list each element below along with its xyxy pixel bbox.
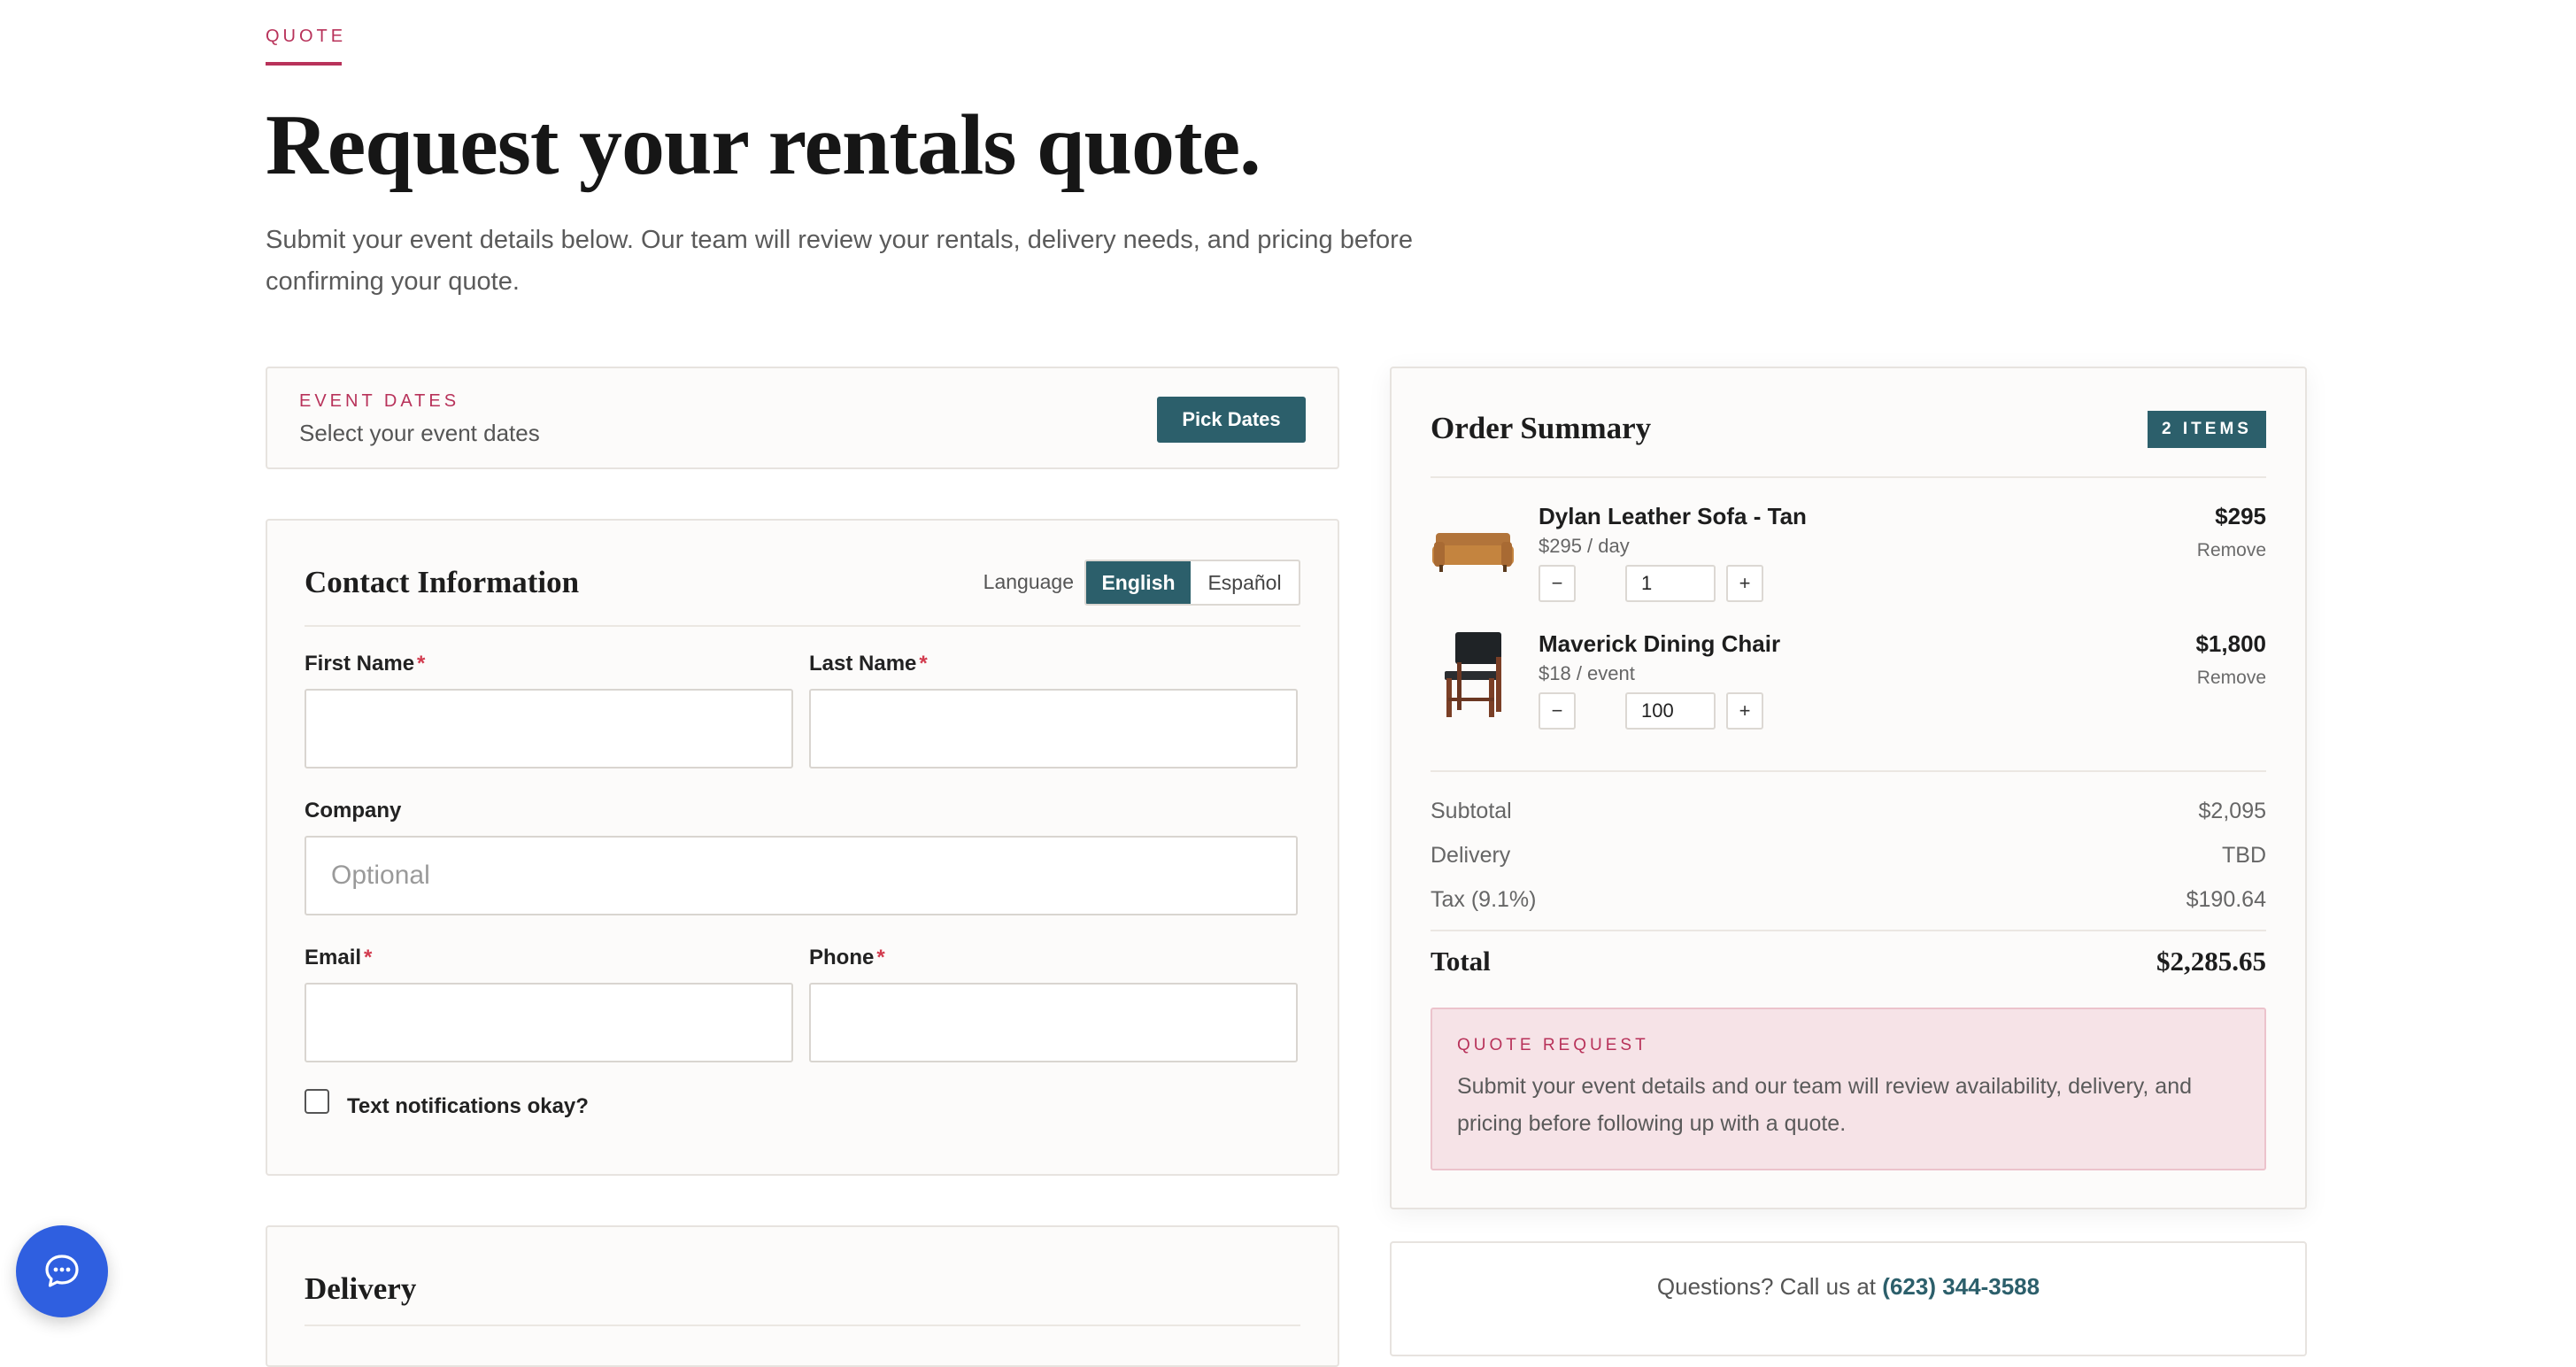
total-row: Total $2,285.65 [1431, 946, 2266, 977]
chat-launcher-button[interactable] [16, 1225, 108, 1317]
text-notifications-checkbox[interactable] [305, 1089, 329, 1114]
phone-input[interactable] [809, 983, 1298, 1062]
contact-section-title: Contact Information [305, 565, 580, 599]
order-summary-card: Order Summary 2 ITEMS Dylan Leather Sofa… [1390, 367, 2307, 1209]
tax-value: $190.64 [2186, 887, 2266, 912]
language-label: Language [983, 570, 1074, 593]
increase-quantity-button[interactable]: + [1726, 692, 1763, 730]
item-name: Dylan Leather Sofa - Tan [1539, 503, 1807, 529]
section-divider [1431, 770, 2266, 772]
pick-dates-button[interactable]: Pick Dates [1157, 397, 1306, 443]
tax-label: Tax (9.1%) [1431, 887, 1537, 912]
chair-thumbnail [1445, 632, 1501, 717]
remove-item-link[interactable]: Remove [2197, 540, 2266, 561]
section-divider [1431, 930, 2266, 931]
section-divider [305, 625, 1300, 627]
event-dates-subtitle: Select your event dates [299, 420, 540, 446]
section-divider [1431, 476, 2266, 478]
required-marker: * [364, 946, 373, 969]
quantity-input[interactable] [1625, 692, 1716, 730]
notice-text: Submit your event details and our team w… [1457, 1074, 2193, 1136]
total-value: $2,285.65 [2156, 946, 2266, 977]
event-dates-card: EVENT DATES Select your event dates Pick… [266, 367, 1339, 469]
text-notifications-label: Text notifications okay? [347, 1094, 589, 1118]
email-input[interactable] [305, 983, 793, 1062]
decrease-quantity-button[interactable]: − [1539, 565, 1576, 602]
chat-icon [45, 1255, 79, 1287]
questions-text: Questions? Call us at (623) 344-3588 [1392, 1273, 2305, 1301]
phone-label: Phone * [809, 946, 885, 970]
subtotal-label: Subtotal [1431, 799, 1512, 823]
item-rate: $18 / event [1539, 662, 1635, 684]
total-label: Total [1431, 946, 1491, 977]
cart-item: Maverick Dining Chair $18 / event − + $1… [1431, 630, 2266, 745]
first-name-input[interactable] [305, 689, 793, 768]
tax-row: Tax (9.1%) $190.64 [1431, 887, 2266, 913]
page-eyebrow: QUOTE [266, 27, 347, 46]
item-price: $295 [2215, 503, 2266, 529]
first-name-label: First Name * [305, 652, 425, 676]
last-name-input[interactable] [809, 689, 1298, 768]
required-marker: * [417, 652, 426, 676]
quote-request-notice: QUOTE REQUEST Submit your event details … [1431, 1008, 2266, 1170]
notice-label: QUOTE REQUEST [1457, 1036, 1649, 1054]
subtotal-row: Subtotal $2,095 [1431, 799, 2266, 824]
remove-item-link[interactable]: Remove [2197, 668, 2266, 689]
page-title: Request your rentals quote. [266, 97, 1261, 193]
language-toggle: English Español [1084, 560, 1300, 606]
decrease-quantity-button[interactable]: − [1539, 692, 1576, 730]
last-name-label: Last Name * [809, 652, 928, 676]
item-price: $1,800 [2195, 630, 2266, 657]
sofa-thumbnail [1432, 533, 1514, 572]
delivery-section-title: Delivery [305, 1271, 417, 1306]
subtotal-value: $2,095 [2198, 799, 2266, 823]
email-label-text: Email [305, 946, 362, 969]
item-rate: $295 / day [1539, 535, 1630, 557]
delivery-value: TBD [2222, 843, 2266, 868]
required-marker: * [876, 946, 885, 969]
phone-label-text: Phone [809, 946, 875, 969]
delivery-card: Delivery [266, 1225, 1339, 1367]
quantity-input[interactable] [1625, 565, 1716, 602]
language-option-espanol[interactable]: Español [1191, 561, 1299, 604]
order-summary-title: Order Summary [1431, 411, 1652, 445]
eyebrow-underline [266, 62, 342, 66]
questions-label: Questions? Call us at [1656, 1273, 1877, 1300]
cart-item: Dylan Leather Sofa - Tan $295 / day − + … [1431, 503, 2266, 618]
phone-link[interactable]: (623) 344-3588 [1882, 1273, 2040, 1300]
last-name-label-text: Last Name [809, 652, 917, 676]
item-name: Maverick Dining Chair [1539, 630, 1781, 657]
required-marker: * [919, 652, 928, 676]
email-label: Email * [305, 946, 372, 970]
company-input[interactable] [305, 836, 1298, 915]
delivery-label: Delivery [1431, 843, 1511, 868]
first-name-label-text: First Name [305, 652, 415, 676]
event-dates-label: EVENT DATES [299, 391, 460, 411]
company-label: Company [305, 799, 402, 823]
increase-quantity-button[interactable]: + [1726, 565, 1763, 602]
contact-information-card: Contact Information Language English Esp… [266, 519, 1339, 1176]
section-divider [305, 1325, 1300, 1326]
delivery-row: Delivery TBD [1431, 843, 2266, 869]
language-option-english[interactable]: English [1086, 561, 1191, 604]
item-count-badge: 2 ITEMS [2148, 411, 2266, 448]
questions-card: Questions? Call us at (623) 344-3588 [1390, 1241, 2307, 1356]
page-intro: Submit your event details below. Our tea… [266, 226, 1413, 296]
